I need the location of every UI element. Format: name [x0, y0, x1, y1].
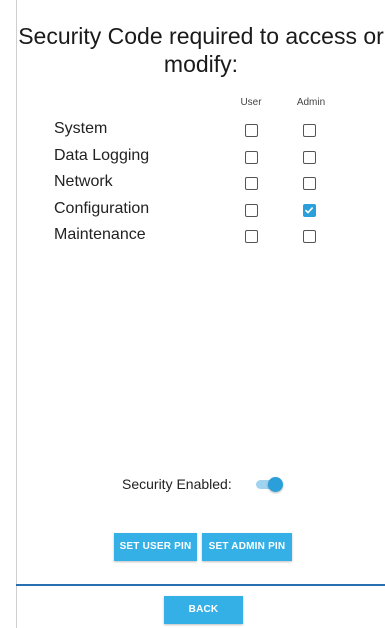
user-checkbox-configuration[interactable]: [245, 204, 258, 217]
check-icon: [304, 207, 314, 214]
admin-checkbox-maintenance[interactable]: [303, 230, 316, 243]
user-checkbox-maintenance[interactable]: [245, 230, 258, 243]
admin-checkbox-data-logging[interactable]: [303, 151, 316, 164]
admin-checkbox-system[interactable]: [303, 124, 316, 137]
security-settings-screen: Security Code required to access or modi…: [0, 0, 385, 628]
user-checkbox-system[interactable]: [245, 124, 258, 137]
back-button[interactable]: BACK: [164, 596, 243, 624]
permission-row-data-logging: Data Logging: [54, 145, 354, 171]
footer-divider: [16, 584, 385, 586]
column-header-admin: Admin: [296, 97, 326, 108]
security-enabled-toggle[interactable]: [256, 477, 283, 492]
set-user-pin-button[interactable]: SET USER PIN: [114, 533, 197, 561]
security-enabled-label: Security Enabled:: [122, 476, 232, 492]
user-checkbox-network[interactable]: [245, 177, 258, 190]
left-edge-divider: [16, 0, 17, 628]
row-label: System: [54, 120, 108, 137]
permission-row-maintenance: Maintenance: [54, 224, 354, 250]
row-label: Data Logging: [54, 147, 150, 164]
page-title: Security Code required to access or modi…: [18, 23, 384, 77]
permission-row-configuration: Configuration: [54, 198, 354, 224]
permission-row-network: Network: [54, 171, 354, 197]
row-label: Configuration: [54, 200, 150, 217]
row-label: Network: [54, 173, 113, 190]
column-header-user: User: [240, 97, 262, 108]
user-checkbox-data-logging[interactable]: [245, 151, 258, 164]
permission-row-system: System: [54, 118, 354, 144]
set-admin-pin-button[interactable]: SET ADMIN PIN: [202, 533, 292, 561]
row-label: Maintenance: [54, 226, 146, 243]
toggle-thumb: [268, 477, 283, 492]
admin-checkbox-network[interactable]: [303, 177, 316, 190]
admin-checkbox-configuration[interactable]: [303, 204, 316, 217]
